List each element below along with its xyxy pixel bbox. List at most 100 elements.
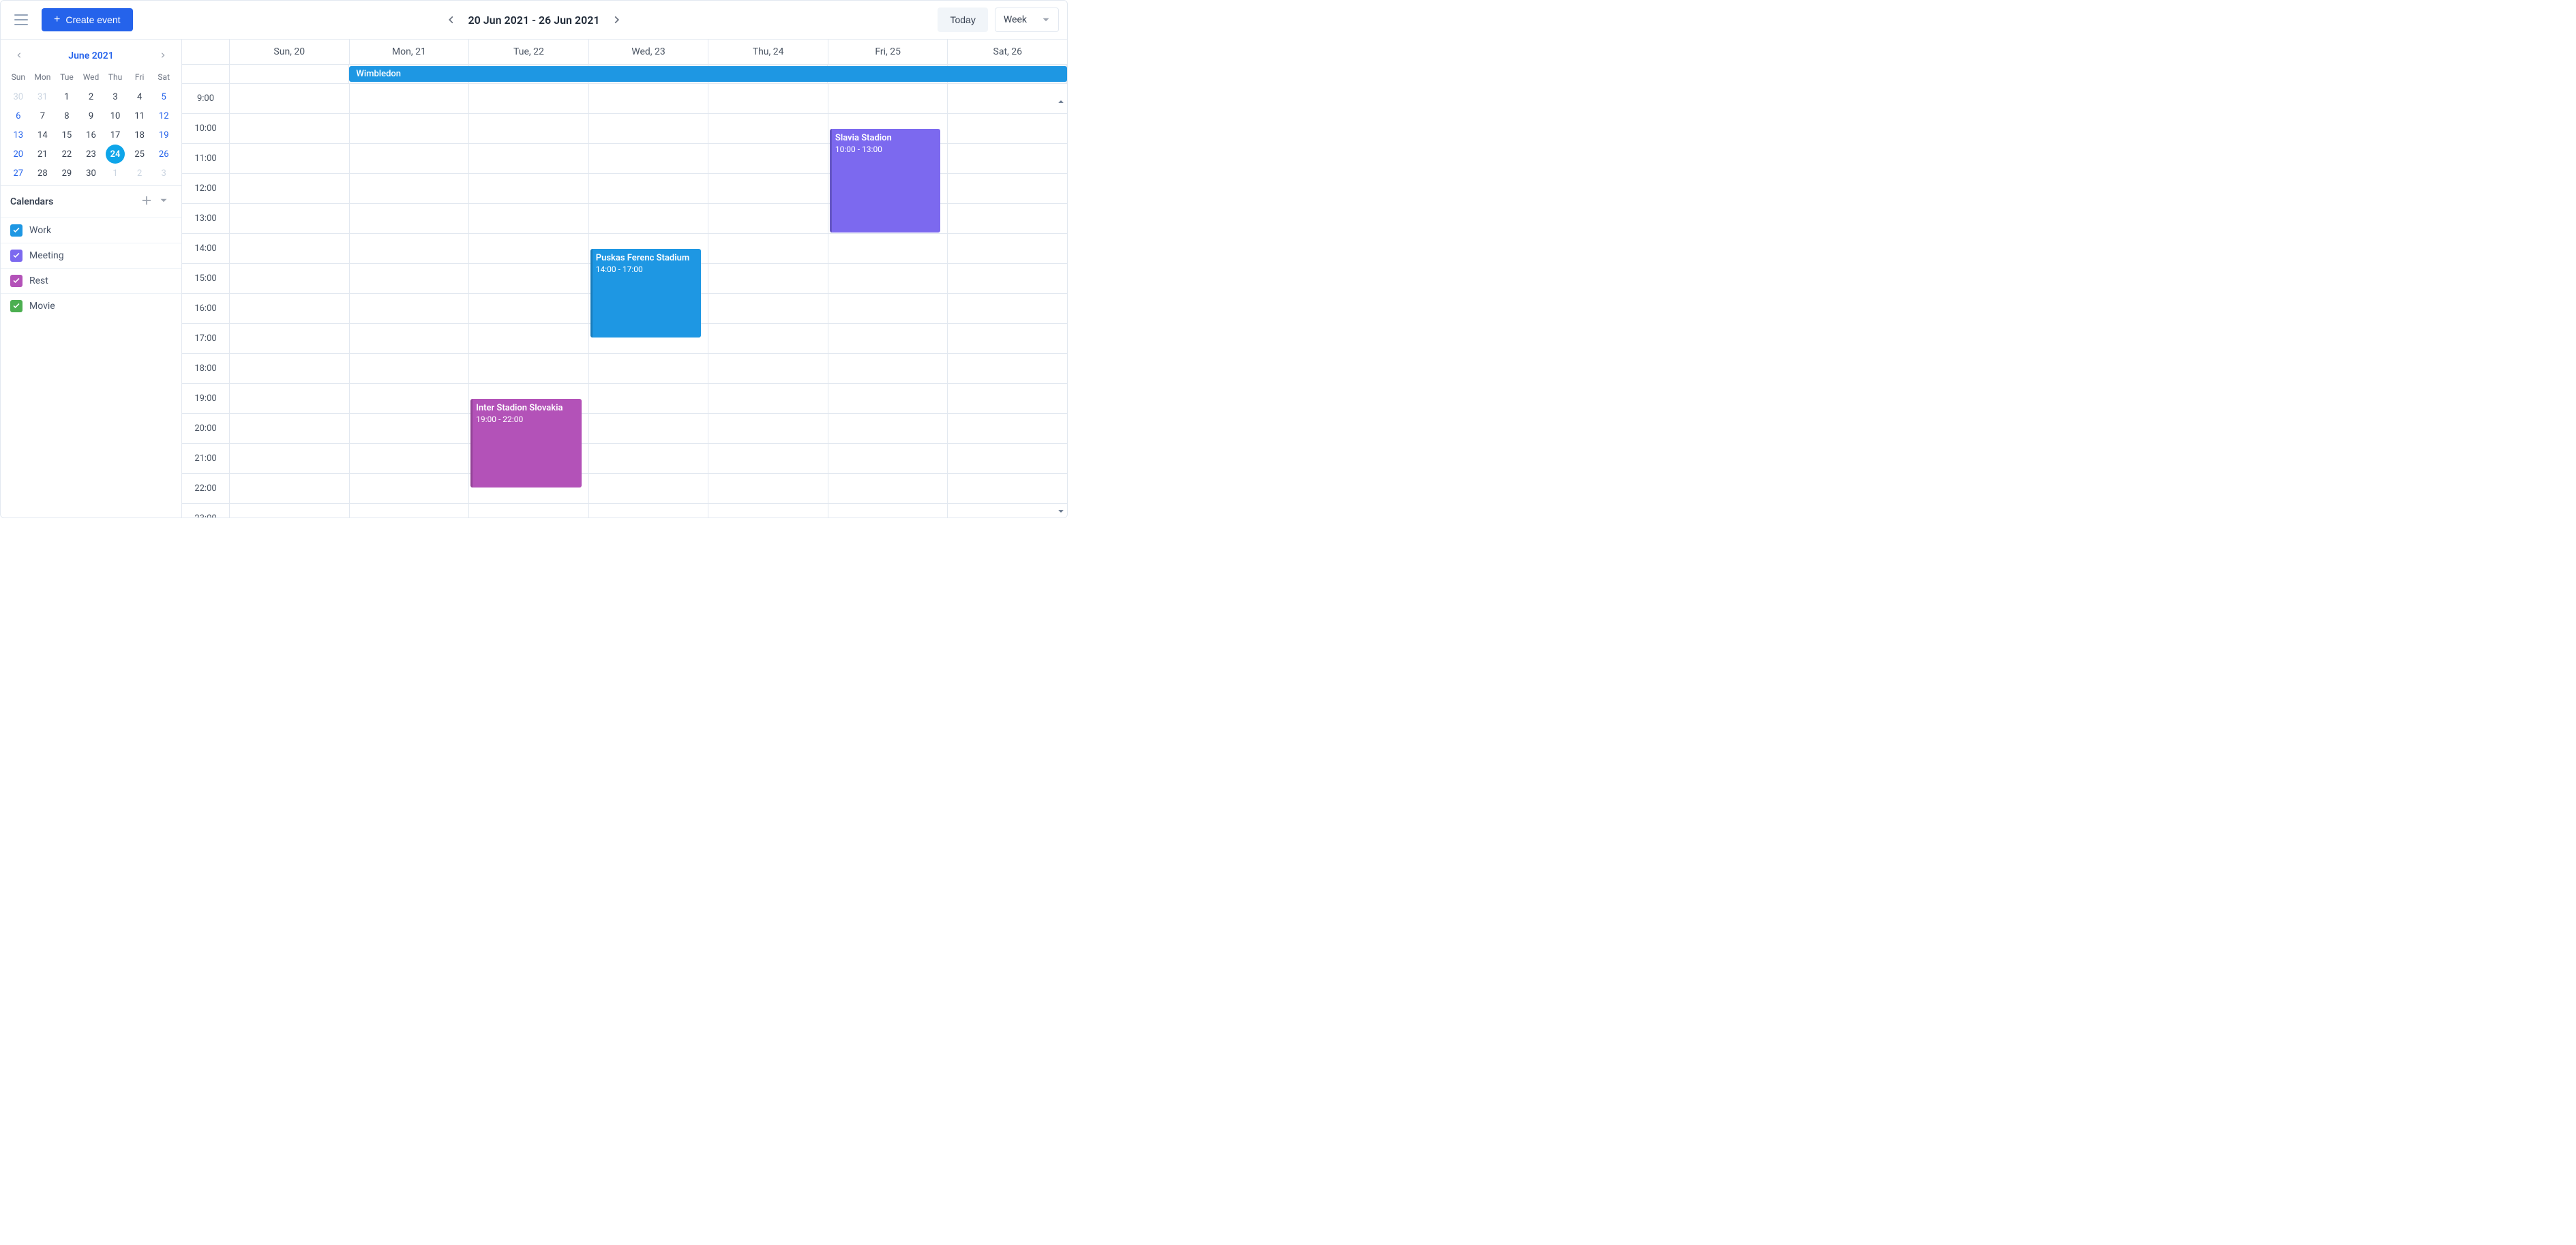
allday-event[interactable]: Wimbledon: [349, 66, 1067, 82]
mini-day-cell[interactable]: 18: [130, 125, 149, 145]
view-select[interactable]: Week: [995, 7, 1059, 32]
mini-day-cell[interactable]: 15: [57, 125, 76, 145]
hour-cell[interactable]: [708, 234, 828, 264]
calendar-item[interactable]: Movie: [1, 293, 181, 318]
hour-cell[interactable]: [230, 414, 349, 444]
mini-month-label[interactable]: June 2021: [68, 50, 113, 61]
day-column[interactable]: Inter Stadion Slovakia19:00 - 22:00: [469, 84, 589, 518]
mini-day-cell[interactable]: 14: [33, 125, 52, 145]
mini-day-cell[interactable]: 7: [33, 106, 52, 125]
hour-cell[interactable]: [708, 264, 828, 294]
hour-cell[interactable]: [350, 474, 469, 504]
mini-day-cell[interactable]: 2: [81, 87, 100, 106]
mini-day-cell[interactable]: 23: [81, 145, 100, 164]
hour-cell[interactable]: [589, 504, 708, 518]
hour-cell[interactable]: [350, 174, 469, 204]
day-header[interactable]: Sun, 20: [230, 40, 350, 64]
hour-cell[interactable]: [708, 384, 828, 414]
hour-cell[interactable]: [948, 264, 1067, 294]
mini-day-cell[interactable]: 30: [81, 164, 100, 183]
mini-day-cell[interactable]: 31: [33, 87, 52, 106]
hour-cell[interactable]: [948, 504, 1067, 518]
allday-cell[interactable]: [230, 65, 349, 83]
hour-cell[interactable]: [589, 444, 708, 474]
mini-day-cell[interactable]: 3: [106, 87, 125, 106]
hour-cell[interactable]: [469, 294, 588, 324]
event[interactable]: Inter Stadion Slovakia19:00 - 22:00: [470, 399, 582, 487]
hour-cell[interactable]: [708, 474, 828, 504]
hour-cell[interactable]: [589, 174, 708, 204]
hour-cell[interactable]: [828, 474, 948, 504]
mini-day-cell[interactable]: 12: [154, 106, 173, 125]
mini-day-cell[interactable]: 27: [9, 164, 28, 183]
mini-day-cell[interactable]: 10: [106, 106, 125, 125]
day-column[interactable]: [708, 84, 828, 518]
hour-cell[interactable]: [230, 504, 349, 518]
calendar-item[interactable]: Rest: [1, 268, 181, 293]
mini-day-cell[interactable]: 24: [106, 145, 125, 164]
hour-cell[interactable]: [230, 264, 349, 294]
hour-cell[interactable]: [708, 144, 828, 174]
hour-cell[interactable]: [230, 324, 349, 354]
hour-cell[interactable]: [948, 324, 1067, 354]
hour-cell[interactable]: [948, 204, 1067, 234]
hour-cell[interactable]: [469, 144, 588, 174]
mini-day-cell[interactable]: 30: [9, 87, 28, 106]
day-column[interactable]: [350, 84, 470, 518]
hour-cell[interactable]: [828, 414, 948, 444]
mini-day-cell[interactable]: 16: [81, 125, 100, 145]
hour-cell[interactable]: [828, 444, 948, 474]
hour-cell[interactable]: [350, 444, 469, 474]
hour-cell[interactable]: [230, 234, 349, 264]
mini-day-cell[interactable]: 29: [57, 164, 76, 183]
mini-day-cell[interactable]: 1: [57, 87, 76, 106]
mini-day-cell[interactable]: 8: [57, 106, 76, 125]
today-button[interactable]: Today: [938, 7, 987, 32]
grid-scroll[interactable]: 9:0010:0011:0012:0013:0014:0015:0016:001…: [182, 84, 1067, 518]
hour-cell[interactable]: [828, 354, 948, 384]
hour-cell[interactable]: [589, 144, 708, 174]
day-header[interactable]: Thu, 24: [708, 40, 828, 64]
mini-day-cell[interactable]: 2: [130, 164, 149, 183]
hour-cell[interactable]: [948, 354, 1067, 384]
mini-day-cell[interactable]: 22: [57, 145, 76, 164]
hour-cell[interactable]: [469, 204, 588, 234]
hour-cell[interactable]: [948, 294, 1067, 324]
menu-toggle-button[interactable]: [9, 7, 33, 32]
day-header[interactable]: Sat, 26: [948, 40, 1067, 64]
hour-cell[interactable]: [350, 504, 469, 518]
hour-cell[interactable]: [589, 474, 708, 504]
hour-cell[interactable]: [948, 234, 1067, 264]
hour-cell[interactable]: [230, 174, 349, 204]
hour-cell[interactable]: [350, 234, 469, 264]
hour-cell[interactable]: [350, 324, 469, 354]
hour-cell[interactable]: [230, 294, 349, 324]
hour-cell[interactable]: [350, 264, 469, 294]
mini-day-cell[interactable]: 11: [130, 106, 149, 125]
hour-cell[interactable]: [350, 114, 469, 144]
calendar-checkbox[interactable]: [10, 224, 23, 237]
calendars-menu-button[interactable]: [155, 195, 172, 209]
hour-cell[interactable]: [350, 414, 469, 444]
mini-day-cell[interactable]: 6: [9, 106, 28, 125]
hour-cell[interactable]: [469, 114, 588, 144]
hour-cell[interactable]: [350, 354, 469, 384]
hour-cell[interactable]: [708, 504, 828, 518]
hour-cell[interactable]: [948, 414, 1067, 444]
hour-cell[interactable]: [230, 144, 349, 174]
day-header[interactable]: Fri, 25: [828, 40, 948, 64]
scroll-down-arrow[interactable]: [1056, 507, 1066, 516]
mini-day-cell[interactable]: 25: [130, 145, 149, 164]
hour-cell[interactable]: [350, 84, 469, 114]
hour-cell[interactable]: [469, 324, 588, 354]
mini-day-cell[interactable]: 21: [33, 145, 52, 164]
hour-cell[interactable]: [589, 384, 708, 414]
hour-cell[interactable]: [948, 474, 1067, 504]
hour-cell[interactable]: [469, 504, 588, 518]
hour-cell[interactable]: [708, 204, 828, 234]
mini-day-cell[interactable]: 28: [33, 164, 52, 183]
hour-cell[interactable]: [708, 114, 828, 144]
hour-cell[interactable]: [589, 354, 708, 384]
calendar-checkbox[interactable]: [10, 250, 23, 262]
hour-cell[interactable]: [230, 384, 349, 414]
